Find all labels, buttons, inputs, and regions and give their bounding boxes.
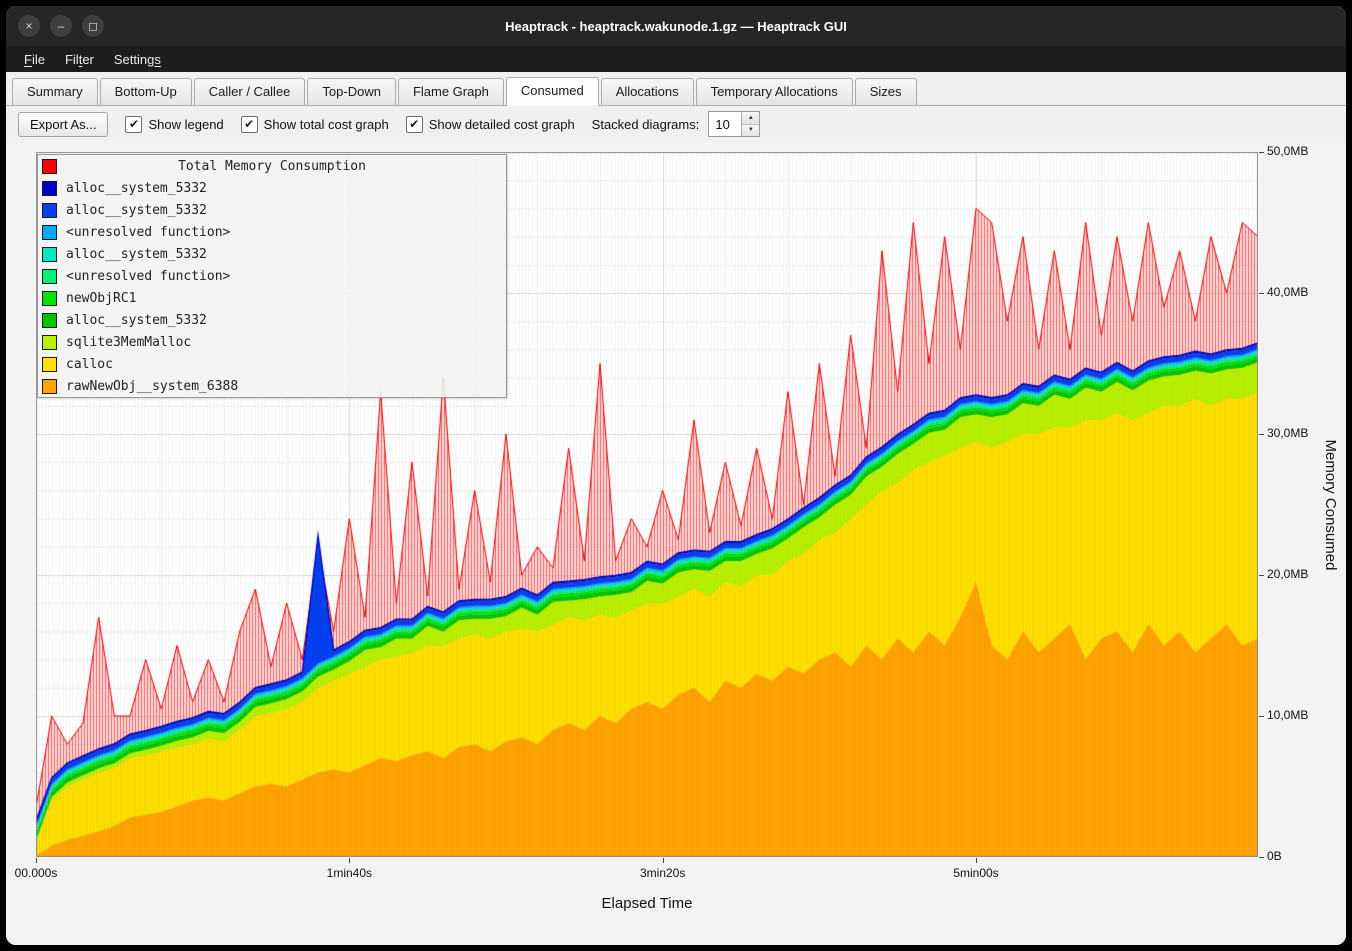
menubar: FileFilterSettings bbox=[6, 46, 1346, 72]
menu-settings[interactable]: Settings bbox=[104, 49, 171, 70]
legend-swatch bbox=[42, 335, 57, 350]
spinner-down-icon[interactable]: ▼ bbox=[742, 125, 759, 137]
checkbox-icon[interactable]: ✔ bbox=[125, 116, 142, 133]
chart-area: Total Memory Consumption alloc__system_53… bbox=[6, 142, 1346, 945]
legend-item-label: alloc__system_5332 bbox=[66, 181, 207, 196]
legend-item: sqlite3MemMalloc bbox=[38, 331, 506, 353]
x-tick-mark bbox=[976, 858, 977, 863]
legend-swatch bbox=[42, 313, 57, 328]
legend-swatch bbox=[42, 379, 57, 394]
y-tick-mark bbox=[1259, 716, 1264, 717]
spinner-up-icon[interactable]: ▲ bbox=[742, 112, 759, 125]
x-axis-title: Elapsed Time bbox=[602, 895, 693, 912]
menu-filter[interactable]: Filter bbox=[55, 49, 104, 70]
x-tick-label: 00.000s bbox=[15, 866, 58, 880]
checkbox-icon[interactable]: ✔ bbox=[406, 116, 423, 133]
tab-caller-callee[interactable]: Caller / Callee bbox=[194, 78, 306, 105]
toolbar: Export As... ✔ Show legend ✔ Show total cos… bbox=[6, 106, 1346, 142]
y-tick-mark bbox=[1259, 857, 1264, 858]
y-tick-label: 50,0MB bbox=[1267, 144, 1308, 158]
minimize-icon: – bbox=[58, 20, 65, 32]
export-as-button[interactable]: Export As... bbox=[18, 112, 108, 137]
close-button[interactable]: × bbox=[18, 15, 40, 37]
legend-item-label: newObjRC1 bbox=[66, 291, 136, 306]
legend-item: alloc__system_5332 bbox=[38, 243, 506, 265]
app-window: × – ◻ Heaptrack - heaptrack.wakunode.1.gz … bbox=[6, 6, 1346, 945]
stacked-diagrams-label: Stacked diagrams: bbox=[592, 117, 700, 132]
legend-swatch bbox=[42, 357, 57, 372]
checkbox-show-detailed-cost-graph[interactable]: ✔ Show detailed cost graph bbox=[406, 116, 575, 133]
y-axis-title: Memory Consumed bbox=[1322, 439, 1339, 570]
tab-summary[interactable]: Summary bbox=[12, 78, 98, 105]
legend-item-label: alloc__system_5332 bbox=[66, 247, 207, 262]
legend-item: newObjRC1 bbox=[38, 287, 506, 309]
legend-item-label: <unresolved function> bbox=[66, 269, 230, 284]
menu-file[interactable]: File bbox=[14, 49, 55, 70]
tab-flame-graph[interactable]: Flame Graph bbox=[398, 78, 504, 105]
legend-item-label: alloc__system_5332 bbox=[66, 203, 207, 218]
checkbox-label: Show total cost graph bbox=[264, 117, 389, 132]
window-title: Heaptrack - heaptrack.wakunode.1.gz — He… bbox=[6, 6, 1346, 46]
stacked-diagrams-spinbox[interactable]: 10 ▲ ▼ bbox=[708, 111, 760, 137]
y-tick-mark bbox=[1259, 434, 1264, 435]
legend-item: <unresolved function> bbox=[38, 265, 506, 287]
legend-swatch bbox=[42, 291, 57, 306]
legend-item: alloc__system_5332 bbox=[38, 309, 506, 331]
legend-swatch bbox=[42, 247, 57, 262]
legend-item: calloc bbox=[38, 353, 506, 375]
chart-legend: Total Memory Consumption alloc__system_53… bbox=[37, 154, 507, 398]
legend-title-row: Total Memory Consumption bbox=[38, 155, 506, 177]
legend-item-label: <unresolved function> bbox=[66, 225, 230, 240]
minimize-button[interactable]: – bbox=[50, 15, 72, 37]
y-tick-label: 10,0MB bbox=[1267, 708, 1308, 722]
legend-item-label: calloc bbox=[66, 357, 113, 372]
legend-item-label: rawNewObj__system_6388 bbox=[66, 379, 238, 394]
x-tick-mark bbox=[349, 858, 350, 863]
legend-item: alloc__system_5332 bbox=[38, 177, 506, 199]
tab-bottom-up[interactable]: Bottom-Up bbox=[100, 78, 192, 105]
checkbox-label: Show legend bbox=[148, 117, 223, 132]
x-tick-label: 1min40s bbox=[327, 866, 372, 880]
legend-item: <unresolved function> bbox=[38, 221, 506, 243]
window-controls: × – ◻ bbox=[18, 6, 104, 46]
legend-swatch bbox=[42, 203, 57, 218]
y-tick-label: 20,0MB bbox=[1267, 567, 1308, 581]
tab-temporary-allocations[interactable]: Temporary Allocations bbox=[696, 78, 853, 105]
tab-consumed[interactable]: Consumed bbox=[506, 77, 599, 106]
maximize-icon: ◻ bbox=[88, 20, 98, 32]
checkbox-icon[interactable]: ✔ bbox=[241, 116, 258, 133]
legend-item: alloc__system_5332 bbox=[38, 199, 506, 221]
y-tick-label: 40,0MB bbox=[1267, 285, 1308, 299]
legend-swatch bbox=[42, 159, 57, 174]
tab-bar: SummaryBottom-UpCaller / CalleeTop-DownF… bbox=[6, 72, 1346, 106]
checkbox-label: Show detailed cost graph bbox=[429, 117, 575, 132]
legend-item: rawNewObj__system_6388 bbox=[38, 375, 506, 397]
legend-swatch bbox=[42, 225, 57, 240]
x-tick-label: 5min00s bbox=[953, 866, 998, 880]
legend-swatch bbox=[42, 181, 57, 196]
close-icon: × bbox=[25, 20, 32, 32]
y-tick-mark bbox=[1259, 575, 1264, 576]
checkbox-show-total-cost-graph[interactable]: ✔ Show total cost graph bbox=[241, 116, 389, 133]
legend-item-label: alloc__system_5332 bbox=[66, 313, 207, 328]
y-tick-label: 0B bbox=[1267, 849, 1282, 863]
y-tick-mark bbox=[1259, 293, 1264, 294]
tab-sizes[interactable]: Sizes bbox=[855, 78, 917, 105]
stacked-diagrams-value: 10 bbox=[709, 112, 741, 136]
titlebar: × – ◻ Heaptrack - heaptrack.wakunode.1.gz … bbox=[6, 6, 1346, 46]
legend-item-label: sqlite3MemMalloc bbox=[66, 335, 191, 350]
y-tick-label: 30,0MB bbox=[1267, 426, 1308, 440]
x-tick-label: 3min20s bbox=[640, 866, 685, 880]
maximize-button[interactable]: ◻ bbox=[82, 15, 104, 37]
legend-title-text: Total Memory Consumption bbox=[178, 159, 366, 174]
tab-top-down[interactable]: Top-Down bbox=[307, 78, 396, 105]
y-tick-mark bbox=[1259, 152, 1264, 153]
tab-allocations[interactable]: Allocations bbox=[601, 78, 694, 105]
legend-swatch bbox=[42, 269, 57, 284]
checkbox-show-legend[interactable]: ✔ Show legend bbox=[125, 116, 223, 133]
x-tick-mark bbox=[663, 858, 664, 863]
x-tick-mark bbox=[36, 858, 37, 863]
